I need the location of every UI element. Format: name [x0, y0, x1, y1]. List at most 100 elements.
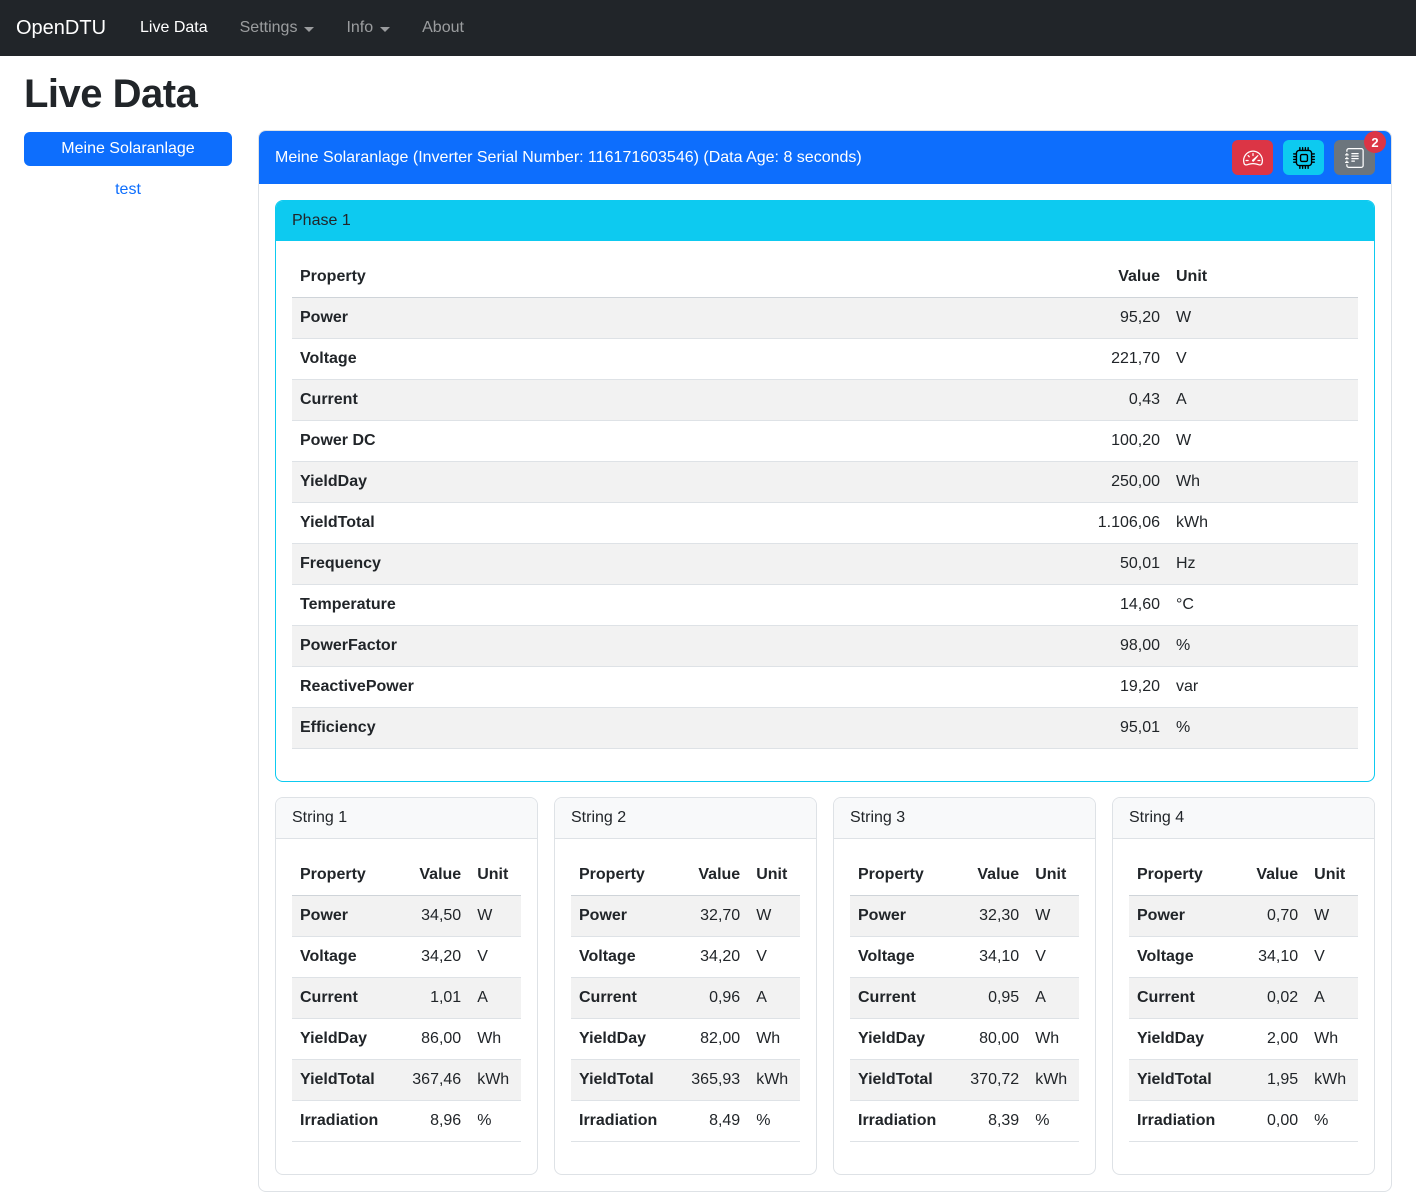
table-row-voltage: Voltage34,10V: [850, 937, 1079, 978]
unit-cell: kWh: [1168, 503, 1358, 544]
value-cell: 95,01: [1038, 708, 1168, 749]
string-card-string-3: String 3 PropertyValueUnitPower32,30WVol…: [833, 797, 1096, 1175]
table-row-reactivepower: ReactivePower19,20var: [292, 667, 1358, 708]
property-cell: Frequency: [292, 544, 1038, 585]
unit-cell: W: [1306, 896, 1358, 937]
property-cell: Irradiation: [292, 1101, 386, 1142]
property-cell: Voltage: [571, 937, 665, 978]
app-brand[interactable]: OpenDTU: [16, 17, 106, 40]
property-cell: Voltage: [1129, 937, 1223, 978]
table-row-power: Power95,20W: [292, 298, 1358, 339]
value-cell: 0,70: [1223, 896, 1306, 937]
column-header-value: Value: [1038, 257, 1168, 298]
column-header-property: Property: [850, 855, 944, 896]
table-row-yieldtotal: YieldTotal1.106,06kWh: [292, 503, 1358, 544]
inverter-link-test[interactable]: test: [24, 181, 232, 199]
column-header-unit: Unit: [748, 855, 800, 896]
table-header-row: PropertyValueUnit: [292, 257, 1358, 298]
unit-cell: A: [1306, 978, 1358, 1019]
chevron-down-icon: [304, 27, 314, 32]
inverter-actions: 2: [1232, 140, 1375, 175]
property-cell: Power DC: [292, 421, 1038, 462]
table-row-current: Current1,01A: [292, 978, 521, 1019]
value-cell: 80,00: [944, 1019, 1027, 1060]
string-table: PropertyValueUnitPower34,50WVoltage34,20…: [292, 855, 521, 1142]
value-cell: 95,20: [1038, 298, 1168, 339]
limit-settings-button[interactable]: [1232, 140, 1273, 175]
table-row-yieldday: YieldDay2,00Wh: [1129, 1019, 1358, 1060]
unit-cell: V: [748, 937, 800, 978]
table-row-power: Power34,50W: [292, 896, 521, 937]
unit-cell: Hz: [1168, 544, 1358, 585]
unit-cell: %: [1027, 1101, 1079, 1142]
unit-cell: %: [1168, 708, 1358, 749]
column-header-value: Value: [1223, 855, 1306, 896]
string-card-string-1: String 1 PropertyValueUnitPower34,50WVol…: [275, 797, 538, 1175]
phase-card-header: Phase 1: [276, 201, 1374, 241]
property-cell: YieldDay: [292, 462, 1038, 503]
unit-cell: W: [1168, 298, 1358, 339]
value-cell: 367,46: [386, 1060, 469, 1101]
value-cell: 32,70: [665, 896, 748, 937]
property-cell: Current: [292, 978, 386, 1019]
table-row-irradiation: Irradiation0,00%: [1129, 1101, 1358, 1142]
table-row-yieldday: YieldDay250,00Wh: [292, 462, 1358, 503]
value-cell: 34,20: [665, 937, 748, 978]
unit-cell: W: [1027, 896, 1079, 937]
column-header-value: Value: [665, 855, 748, 896]
unit-cell: kWh: [469, 1060, 521, 1101]
event-log-button[interactable]: 2: [1334, 140, 1375, 175]
nav-item-live-data: Live Data: [124, 11, 224, 45]
property-cell: YieldTotal: [292, 503, 1038, 544]
property-cell: YieldTotal: [571, 1060, 665, 1101]
unit-cell: V: [1168, 339, 1358, 380]
table-row-power-dc: Power DC100,20W: [292, 421, 1358, 462]
string-card-string-4: String 4 PropertyValueUnitPower0,70WVolt…: [1112, 797, 1375, 1175]
table-row-current: Current0,02A: [1129, 978, 1358, 1019]
value-cell: 32,30: [944, 896, 1027, 937]
inverter-card-header: Meine Solaranlage (Inverter Serial Numbe…: [259, 131, 1391, 184]
value-cell: 34,10: [944, 937, 1027, 978]
value-cell: 250,00: [1038, 462, 1168, 503]
value-cell: 98,00: [1038, 626, 1168, 667]
property-cell: Irradiation: [1129, 1101, 1223, 1142]
string-table: PropertyValueUnitPower0,70WVoltage34,10V…: [1129, 855, 1358, 1142]
unit-cell: A: [469, 978, 521, 1019]
unit-cell: Wh: [469, 1019, 521, 1060]
journal-text-icon: [1345, 148, 1365, 168]
string-table: PropertyValueUnitPower32,30WVoltage34,10…: [850, 855, 1079, 1142]
nav-link-settings[interactable]: Settings: [224, 11, 331, 45]
nav-item-about: About: [406, 11, 480, 45]
table-row-yieldtotal: YieldTotal365,93kWh: [571, 1060, 800, 1101]
column-header-unit: Unit: [1027, 855, 1079, 896]
speedometer-icon: [1243, 148, 1263, 168]
device-info-button[interactable]: [1283, 140, 1324, 175]
property-cell: YieldDay: [571, 1019, 665, 1060]
value-cell: 34,20: [386, 937, 469, 978]
unit-cell: V: [1027, 937, 1079, 978]
table-header-row: PropertyValueUnit: [850, 855, 1079, 896]
unit-cell: W: [469, 896, 521, 937]
property-cell: YieldTotal: [1129, 1060, 1223, 1101]
table-row-frequency: Frequency50,01Hz: [292, 544, 1358, 585]
unit-cell: %: [748, 1101, 800, 1142]
column-header-unit: Unit: [1168, 257, 1358, 298]
value-cell: 8,96: [386, 1101, 469, 1142]
value-cell: 370,72: [944, 1060, 1027, 1101]
nav-link-about[interactable]: About: [406, 11, 480, 45]
unit-cell: kWh: [1027, 1060, 1079, 1101]
property-cell: ReactivePower: [292, 667, 1038, 708]
nav-link-live-data[interactable]: Live Data: [124, 11, 224, 45]
string-card-string-2: String 2 PropertyValueUnitPower32,70WVol…: [554, 797, 817, 1175]
property-cell: Efficiency: [292, 708, 1038, 749]
chevron-down-icon: [380, 27, 390, 32]
value-cell: 0,95: [944, 978, 1027, 1019]
unit-cell: kWh: [1306, 1060, 1358, 1101]
nav-link-info[interactable]: Info: [330, 11, 406, 45]
string-card-header: String 4: [1113, 798, 1374, 839]
unit-cell: W: [1168, 421, 1358, 462]
table-header-row: PropertyValueUnit: [571, 855, 800, 896]
inverter-select-button[interactable]: Meine Solaranlage: [24, 132, 232, 166]
value-cell: 0,96: [665, 978, 748, 1019]
value-cell: 0,43: [1038, 380, 1168, 421]
